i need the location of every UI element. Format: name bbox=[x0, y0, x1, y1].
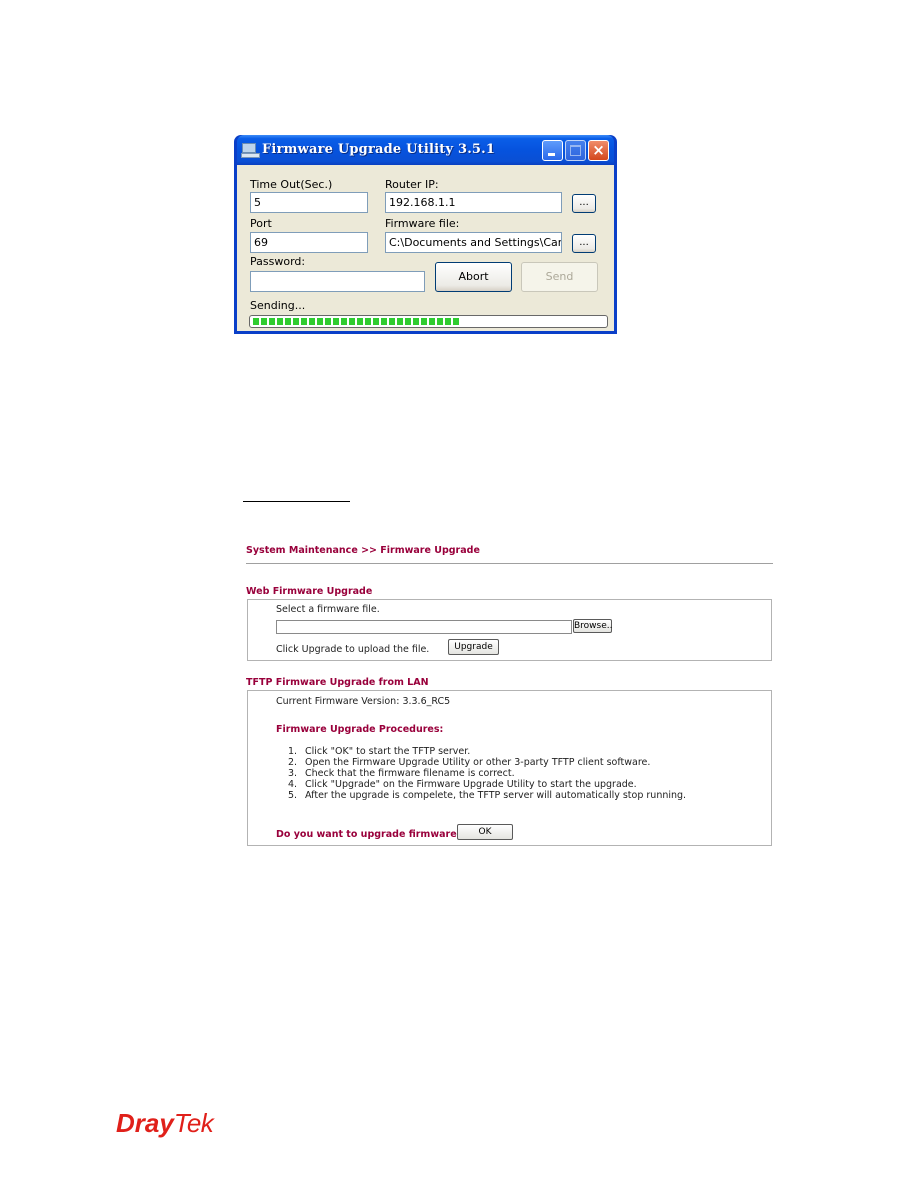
progress-block bbox=[253, 318, 259, 325]
abort-button[interactable]: Abort bbox=[435, 262, 512, 292]
upgrade-button[interactable]: Upgrade bbox=[448, 639, 499, 655]
select-file-text: Select a firmware file. bbox=[276, 604, 380, 615]
router-ip-input[interactable]: 192.168.1.1 bbox=[385, 192, 562, 213]
progress-block bbox=[373, 318, 379, 325]
progress-block bbox=[269, 318, 275, 325]
progress-block bbox=[445, 318, 451, 325]
password-label: Password: bbox=[250, 255, 306, 268]
progress-block bbox=[341, 318, 347, 325]
click-upgrade-text: Click Upgrade to upload the file. bbox=[276, 644, 430, 655]
progress-block bbox=[293, 318, 299, 325]
progress-block bbox=[261, 318, 267, 325]
current-version-value: 3.3.6_RC5 bbox=[402, 696, 451, 707]
upgrade-question: Do you want to upgrade firmware ? bbox=[276, 829, 466, 840]
progress-block bbox=[413, 318, 419, 325]
firmware-file-browse-button[interactable]: ... bbox=[572, 234, 596, 253]
web-upgrade-title: Web Firmware Upgrade bbox=[246, 586, 373, 597]
procedure-step: 1. Click "OK" to start the TFTP server. bbox=[288, 746, 471, 757]
title-bar[interactable]: Firmware Upgrade Utility 3.5.1 × bbox=[237, 135, 614, 165]
progress-block bbox=[357, 318, 363, 325]
router-ip-browse-button[interactable]: ... bbox=[572, 194, 596, 213]
progress-block bbox=[389, 318, 395, 325]
port-input[interactable]: 69 bbox=[250, 232, 368, 253]
status-text: Sending... bbox=[250, 299, 306, 312]
upload-progress-bar bbox=[249, 315, 608, 328]
procedure-step: 2. Open the Firmware Upgrade Utility or o… bbox=[288, 757, 651, 768]
browse-button[interactable]: Browse.. bbox=[573, 619, 613, 633]
progress-block bbox=[365, 318, 371, 325]
procedure-step: 4. Click "Upgrade" on the Firmware Upgrad… bbox=[288, 779, 637, 790]
current-version-row: Current Firmware Version: 3.3.6_RC5 bbox=[276, 696, 450, 707]
progress-block bbox=[405, 318, 411, 325]
minimize-button[interactable] bbox=[542, 140, 563, 161]
password-input[interactable] bbox=[250, 271, 425, 292]
section-underline bbox=[243, 501, 350, 502]
port-label: Port bbox=[250, 217, 272, 230]
tftp-upgrade-panel: Current Firmware Version: 3.3.6_RC5 Firm… bbox=[247, 690, 772, 846]
firmware-upgrade-utility-window: Firmware Upgrade Utility 3.5.1 × Time Ou… bbox=[234, 135, 617, 334]
progress-block bbox=[285, 318, 291, 325]
firmware-file-field[interactable] bbox=[276, 620, 572, 634]
timeout-label: Time Out(Sec.) bbox=[250, 178, 333, 191]
web-upgrade-panel: Select a firmware file. Browse.. Click U… bbox=[247, 599, 772, 661]
close-button[interactable]: × bbox=[588, 140, 609, 161]
maximize-button bbox=[565, 140, 586, 161]
breadcrumb: System Maintenance >> Firmware Upgrade bbox=[246, 545, 480, 556]
breadcrumb-divider bbox=[246, 563, 773, 564]
firmware-file-label: Firmware file: bbox=[385, 217, 460, 230]
timeout-input[interactable]: 5 bbox=[250, 192, 368, 213]
progress-block bbox=[301, 318, 307, 325]
window-client-area: Time Out(Sec.) 5 Router IP: 192.168.1.1 … bbox=[237, 165, 614, 331]
firmware-file-input[interactable]: C:\Documents and Settings\Carrie bbox=[385, 232, 562, 253]
progress-block bbox=[333, 318, 339, 325]
progress-block bbox=[381, 318, 387, 325]
computer-icon bbox=[241, 143, 260, 158]
close-icon: × bbox=[592, 141, 605, 159]
router-ip-label: Router IP: bbox=[385, 178, 439, 191]
procedure-step: 5. After the upgrade is compelete, the TF… bbox=[288, 790, 687, 801]
ok-button[interactable]: OK bbox=[457, 824, 513, 840]
current-version-label: Current Firmware Version: bbox=[276, 696, 400, 707]
progress-block bbox=[429, 318, 435, 325]
send-button: Send bbox=[521, 262, 598, 292]
progress-block bbox=[277, 318, 283, 325]
procedures-title: Firmware Upgrade Procedures: bbox=[276, 724, 444, 735]
procedure-steps: 1. Click "OK" to start the TFTP server. 2… bbox=[288, 746, 686, 801]
progress-block bbox=[397, 318, 403, 325]
progress-block bbox=[453, 318, 459, 325]
draytek-logo: DrayTek bbox=[116, 1108, 214, 1138]
progress-block bbox=[317, 318, 323, 325]
tftp-upgrade-title: TFTP Firmware Upgrade from LAN bbox=[246, 677, 429, 688]
progress-block bbox=[421, 318, 427, 325]
progress-block bbox=[325, 318, 331, 325]
progress-block bbox=[437, 318, 443, 325]
procedure-step: 3. Check that the firmware filename is co… bbox=[288, 768, 515, 779]
window-title: Firmware Upgrade Utility 3.5.1 bbox=[262, 142, 496, 157]
progress-block bbox=[349, 318, 355, 325]
progress-block bbox=[309, 318, 315, 325]
